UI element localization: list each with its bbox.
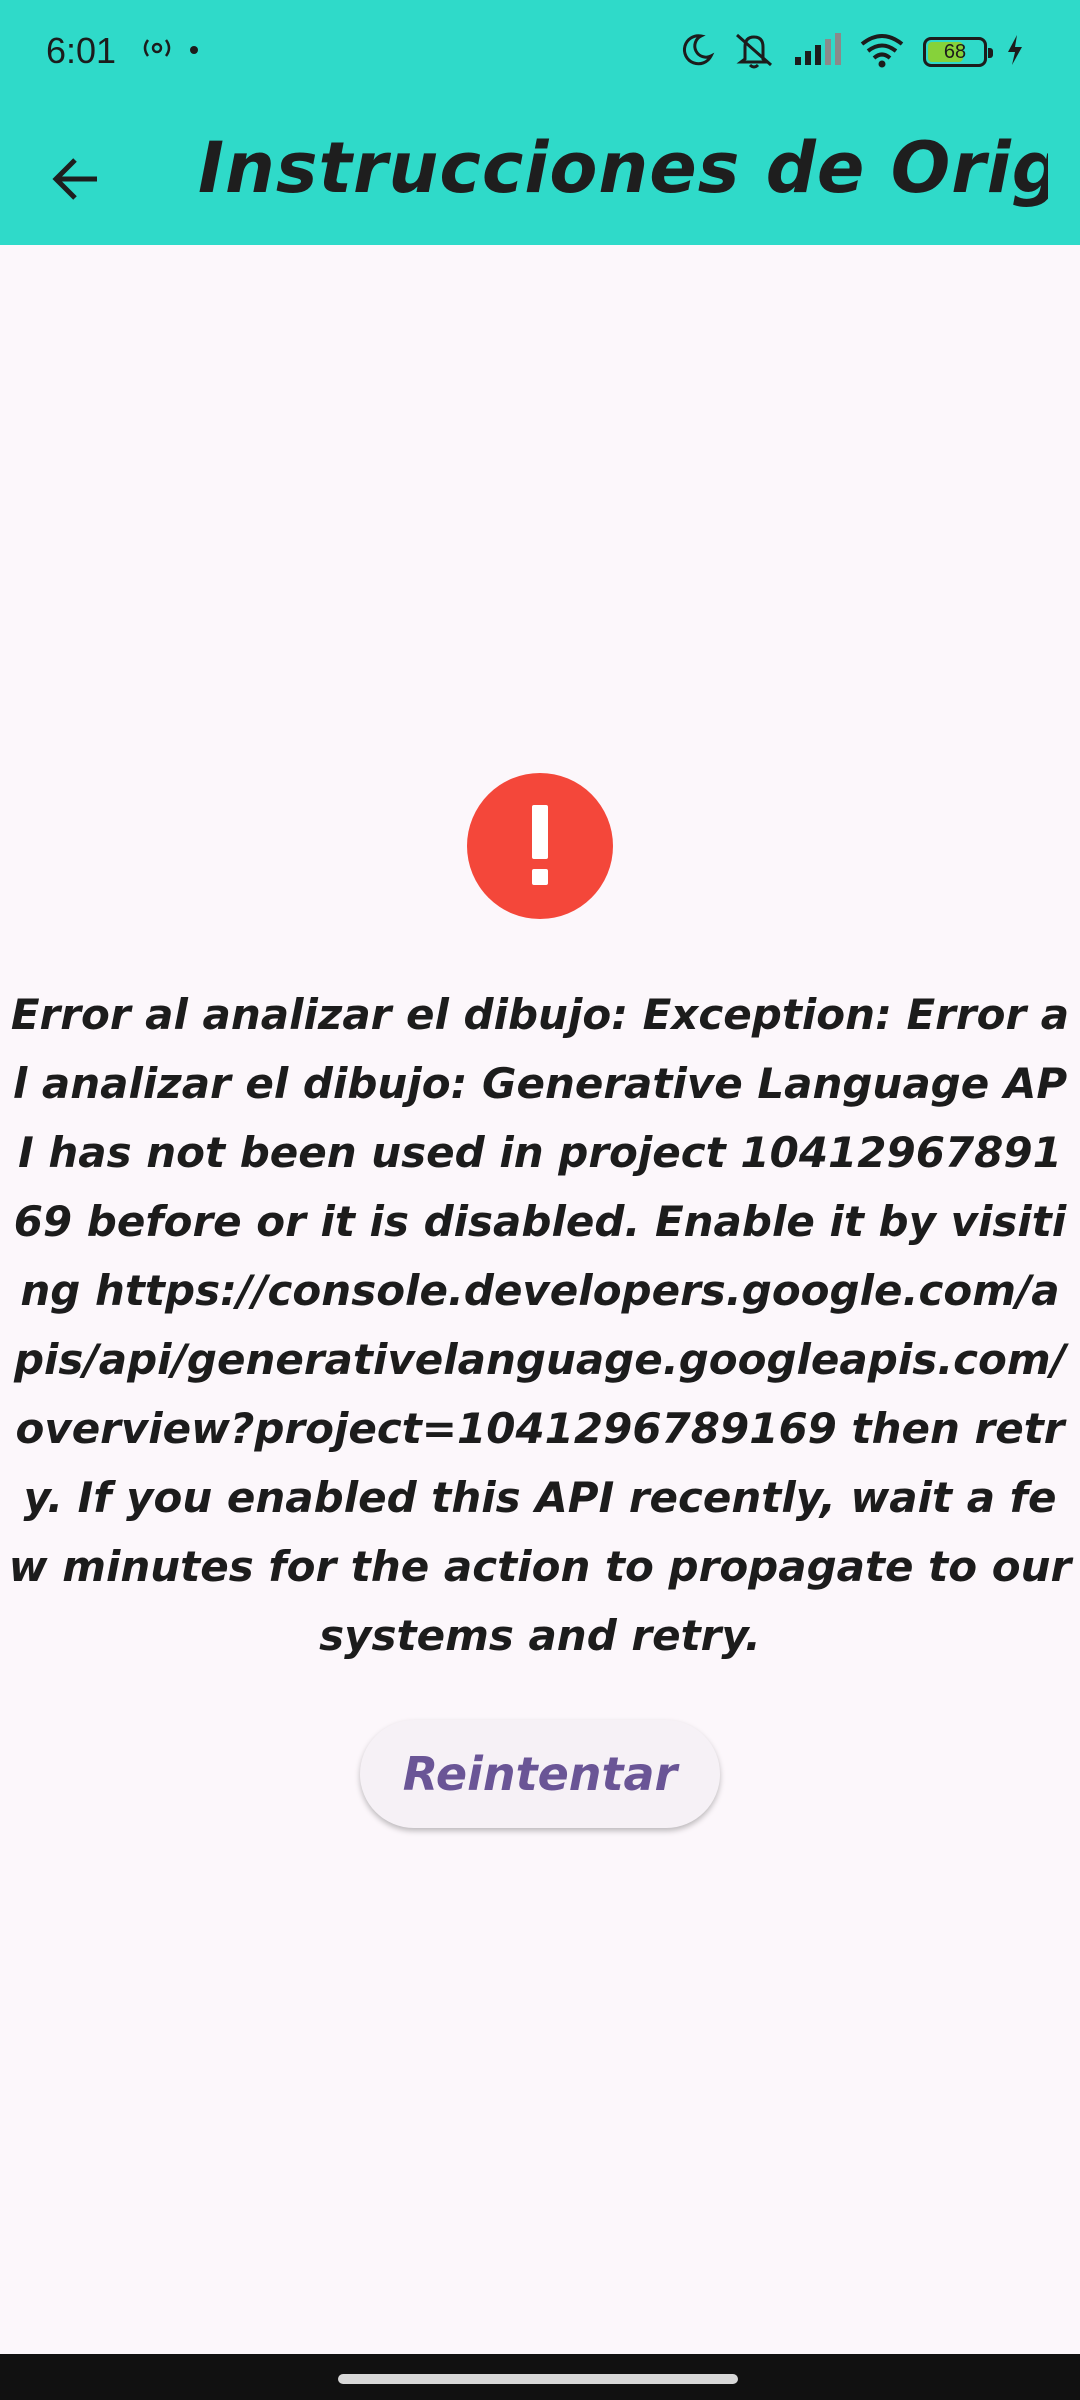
status-time: 6:01 — [46, 30, 117, 71]
battery-icon: 68 — [923, 37, 993, 67]
battery-tip — [988, 48, 993, 58]
charging-icon — [1005, 33, 1025, 71]
back-button[interactable] — [36, 141, 116, 221]
status-bar: 6:01 68 — [0, 0, 1080, 105]
radio-icon — [140, 36, 174, 66]
exclamation-icon — [467, 773, 613, 919]
mute-icon — [733, 31, 775, 73]
signal-icon — [793, 33, 841, 71]
app-bar: Instrucciones de Orig... — [0, 105, 1080, 245]
error-message: Error al analizar el dibujo: Exception: … — [8, 990, 1072, 1660]
arrow-left-icon — [51, 157, 101, 205]
wifi-icon — [859, 32, 905, 72]
moon-icon — [679, 32, 715, 72]
retry-button[interactable]: Reintentar — [360, 1720, 720, 1828]
page-title: Instrucciones de Orig... — [198, 127, 1048, 209]
dot-icon — [190, 46, 198, 54]
navigation-bar — [0, 2354, 1080, 2400]
home-handle[interactable] — [338, 2374, 738, 2384]
battery-level: 68 — [943, 40, 967, 63]
status-icons: 68 — [679, 30, 1025, 74]
